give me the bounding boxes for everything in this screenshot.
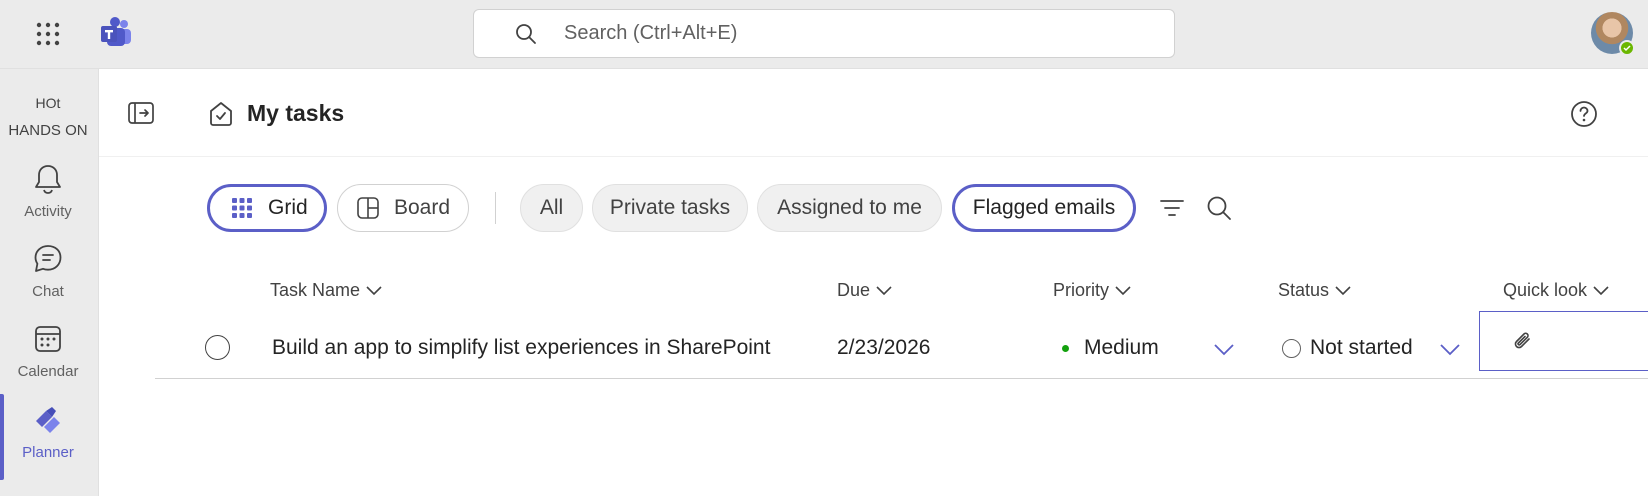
search-placeholder: Search (Ctrl+Alt+E)	[564, 22, 738, 44]
rail-item-calendar[interactable]: Calendar	[0, 319, 96, 399]
column-header-quick-look[interactable]: Quick look	[1503, 280, 1609, 301]
attachment-icon[interactable]	[1510, 328, 1536, 354]
table-row[interactable]: Build an app to simplify list experience…	[155, 311, 1648, 379]
column-header-priority[interactable]: Priority	[1053, 280, 1131, 301]
rail-item-label: Calendar	[17, 363, 79, 380]
filter-flagged-emails-label: Flagged emails	[972, 196, 1116, 219]
org-logo-line1: HOt	[35, 95, 61, 111]
view-grid-label: Grid	[268, 196, 308, 219]
status-dropdown-chevron-icon[interactable]	[1439, 339, 1461, 361]
board-icon	[356, 196, 380, 220]
column-header-due[interactable]: Due	[837, 280, 892, 301]
expand-panel-icon[interactable]	[127, 99, 155, 127]
priority-value: Medium	[1084, 336, 1159, 359]
column-header-task-name[interactable]: Task Name	[270, 280, 382, 301]
chat-icon	[0, 239, 96, 279]
status-value: Not started	[1310, 336, 1413, 359]
status-not-started-icon	[1282, 339, 1301, 358]
app-rail: HOt HANDS ON Activity Chat Calendar Plan…	[0, 69, 99, 496]
chevron-down-icon	[1335, 283, 1351, 299]
org-logo-line2: HANDS ON	[8, 122, 88, 139]
app-launcher-icon[interactable]	[30, 16, 66, 52]
avatar[interactable]	[1591, 12, 1635, 56]
column-header-label: Quick look	[1503, 280, 1588, 300]
column-header-label: Due	[837, 280, 871, 300]
rail-item-label: Activity	[24, 203, 72, 220]
filter-icon[interactable]	[1157, 193, 1187, 223]
search-box[interactable]: Search (Ctrl+Alt+E)	[473, 9, 1175, 58]
rail-item-label: Planner	[22, 444, 74, 461]
priority-dot-icon	[1062, 345, 1069, 352]
view-grid-button[interactable]: Grid	[207, 184, 327, 232]
filter-assigned-to-me-label: Assigned to me	[777, 196, 922, 219]
org-logo[interactable]: HOt HANDS ON	[0, 89, 96, 145]
calendar-icon	[0, 319, 96, 359]
chevron-down-icon	[1593, 283, 1609, 299]
top-bar: Search (Ctrl+Alt+E)	[0, 0, 1648, 69]
chevron-down-icon	[1115, 283, 1131, 299]
complete-task-checkbox[interactable]	[205, 335, 230, 360]
rail-item-planner[interactable]: Planner	[0, 394, 96, 480]
page-header: My tasks	[99, 69, 1648, 157]
due-date[interactable]: 2/23/2026	[837, 336, 930, 360]
teams-logo-icon[interactable]	[99, 16, 133, 50]
filter-flagged-emails-button[interactable]: Flagged emails	[952, 184, 1136, 232]
filter-private-tasks-button[interactable]: Private tasks	[592, 184, 748, 232]
page-title: My tasks	[247, 100, 345, 126]
filter-assigned-to-me-button[interactable]: Assigned to me	[757, 184, 942, 232]
column-header-status[interactable]: Status	[1278, 280, 1351, 301]
filter-private-tasks-label: Private tasks	[609, 196, 731, 219]
my-tasks-home-icon	[207, 100, 235, 128]
rail-item-chat[interactable]: Chat	[0, 239, 96, 319]
bell-icon	[0, 159, 96, 199]
help-icon[interactable]	[1569, 99, 1599, 129]
search-icon	[512, 20, 540, 48]
rail-item-label: Chat	[32, 283, 64, 300]
chevron-down-icon	[366, 283, 382, 299]
planner-icon	[0, 400, 96, 440]
search-tasks-icon[interactable]	[1204, 193, 1234, 223]
column-header-label: Priority	[1053, 280, 1110, 300]
grid-icon	[230, 196, 254, 220]
priority-dropdown-chevron-icon[interactable]	[1213, 339, 1235, 361]
toolbar-divider	[495, 192, 496, 224]
quick-look-cell[interactable]	[1479, 311, 1648, 371]
presence-available-icon	[1619, 40, 1635, 56]
view-board-button[interactable]: Board	[337, 184, 469, 232]
task-name[interactable]: Build an app to simplify list experience…	[272, 336, 770, 360]
filter-all-button[interactable]: All	[520, 184, 583, 232]
column-header-label: Status	[1278, 280, 1330, 300]
chevron-down-icon	[876, 283, 892, 299]
rail-item-activity[interactable]: Activity	[0, 159, 96, 239]
main-content: My tasks Grid Board All Private tasks As…	[99, 69, 1648, 496]
column-header-label: Task Name	[270, 280, 361, 300]
filter-all-label: All	[539, 196, 564, 219]
view-board-label: Board	[394, 196, 451, 219]
